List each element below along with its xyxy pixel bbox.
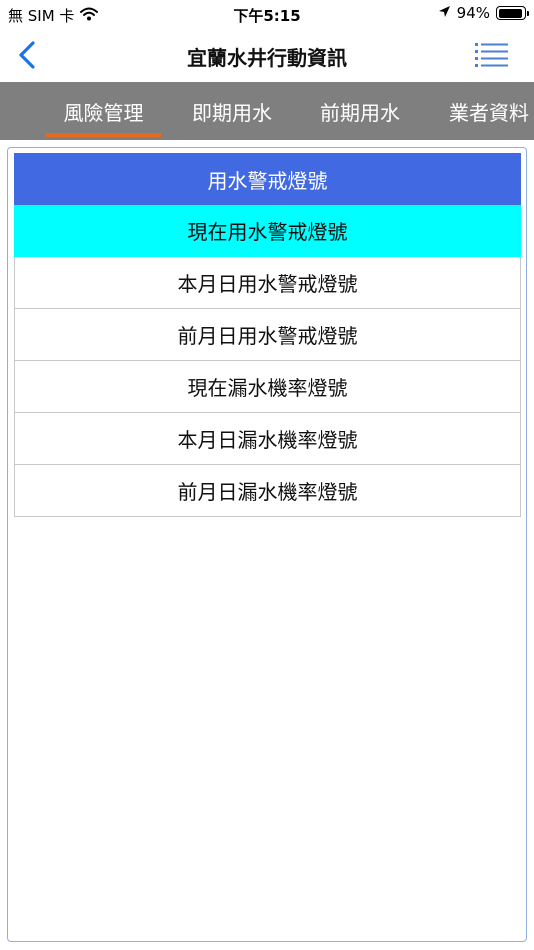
status-bar: 無 SIM 卡 下午5:15 94% <box>0 0 534 28</box>
list-menu-icon <box>475 43 508 67</box>
list-item-this-month-leak-probability[interactable]: 本月日漏水機率燈號 <box>14 413 521 465</box>
tab-current-water-use[interactable]: 即期用水 <box>186 82 278 140</box>
tab-bar: 風險管理 即期用水 前期用水 業者資料 <box>0 82 534 140</box>
list-item-this-month-water-warning[interactable]: 本月日用水警戒燈號 <box>14 257 521 309</box>
status-right: 94% <box>438 4 529 22</box>
location-arrow-icon <box>438 4 451 22</box>
list-header: 用水警戒燈號 <box>14 153 521 205</box>
nav-bar: 宜蘭水井行動資訊 <box>0 28 534 82</box>
list-item-current-leak-probability[interactable]: 現在漏水機率燈號 <box>14 361 521 413</box>
battery-fill <box>498 8 522 18</box>
battery-icon <box>496 6 529 20</box>
tab-previous-water-use[interactable]: 前期用水 <box>314 82 406 140</box>
battery-percent: 94% <box>456 4 490 22</box>
list-item-last-month-leak-probability[interactable]: 前月日漏水機率燈號 <box>14 465 521 517</box>
tab-risk-management[interactable]: 風險管理 <box>46 82 161 140</box>
page-title: 宜蘭水井行動資訊 <box>187 46 347 70</box>
tab-operator-data[interactable]: 業者資料 <box>443 82 534 140</box>
list-item-current-water-warning[interactable]: 現在用水警戒燈號 <box>14 205 521 257</box>
content-panel: 用水警戒燈號 現在用水警戒燈號 本月日用水警戒燈號 前月日用水警戒燈號 現在漏水… <box>7 147 527 942</box>
menu-button[interactable] <box>474 40 510 70</box>
list-item-last-month-water-warning[interactable]: 前月日用水警戒燈號 <box>14 309 521 361</box>
warning-light-list: 用水警戒燈號 現在用水警戒燈號 本月日用水警戒燈號 前月日用水警戒燈號 現在漏水… <box>14 153 521 517</box>
